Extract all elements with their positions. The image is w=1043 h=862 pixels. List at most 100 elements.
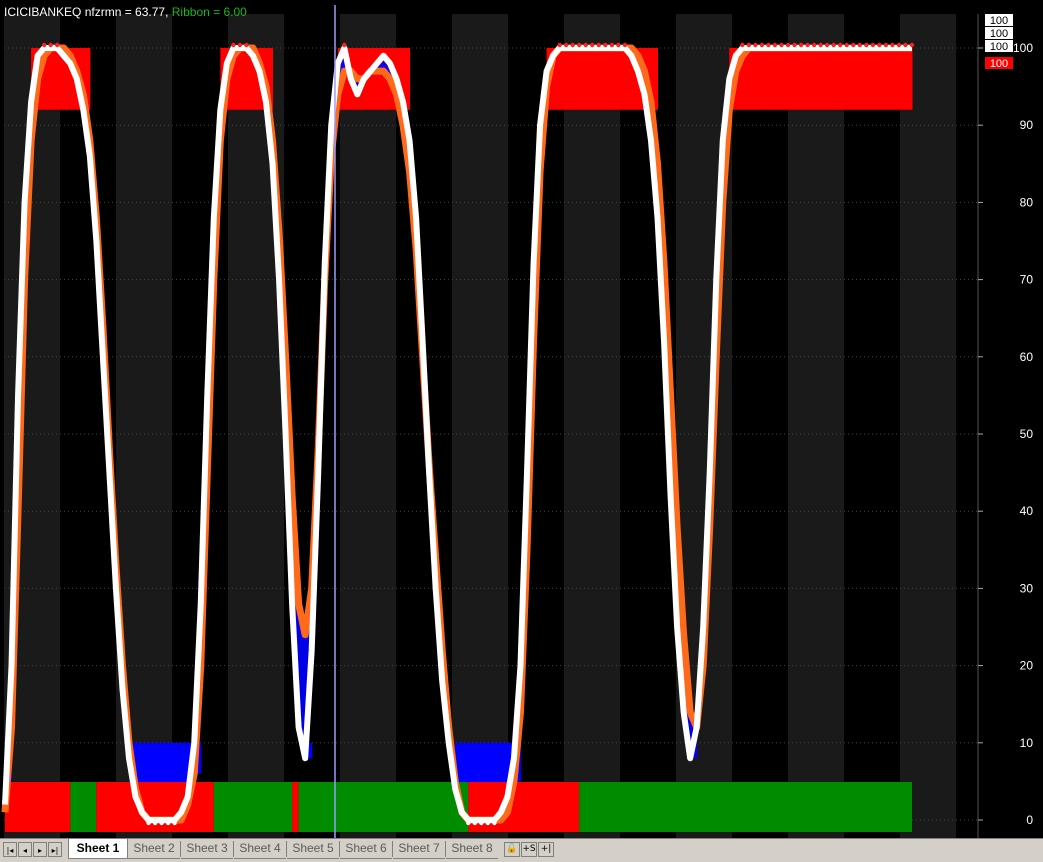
overbought-fill (748, 48, 756, 110)
first-sheet-button[interactable]: |◂ (3, 842, 17, 857)
top-marker (563, 42, 569, 48)
overbought-fill (559, 48, 567, 110)
overbought-fill (885, 48, 893, 110)
y-tick-label: 0 (1026, 813, 1033, 827)
top-marker (231, 42, 236, 48)
top-marker (811, 42, 817, 48)
tab-sheet-3[interactable]: Sheet 3 (181, 839, 233, 859)
top-marker (622, 42, 628, 48)
overbought-fill (579, 48, 587, 110)
next-sheet-button[interactable]: ▸ (33, 842, 47, 857)
top-marker (55, 42, 60, 48)
tab-sheet-6[interactable]: Sheet 6 (340, 839, 392, 859)
top-marker (877, 42, 882, 48)
tab-sheet-1[interactable]: Sheet 1 (68, 839, 128, 859)
top-marker (838, 42, 843, 48)
ribbon-segment-green (70, 782, 97, 832)
add-sheet-button[interactable]: +S (521, 842, 537, 857)
top-marker (805, 42, 810, 48)
chart-pane[interactable]: 0 10 20 30 40 50 60 70 80 90 100 100 100 100 100 ICIC… (0, 0, 1043, 838)
overbought-fill (905, 48, 913, 110)
top-marker (746, 42, 752, 48)
bottom-marker (485, 820, 491, 826)
overbought-fill (598, 48, 606, 110)
top-marker (583, 42, 588, 48)
grid-band (844, 14, 900, 838)
ribbon-segment-green (213, 782, 293, 832)
y-tick-label: 80 (1020, 195, 1034, 209)
value-badge: 100 (990, 28, 1008, 40)
top-marker (570, 42, 575, 48)
overbought-fill (840, 48, 848, 110)
top-marker (342, 42, 347, 48)
overbought-fill (853, 48, 861, 110)
top-marker (609, 42, 615, 48)
tab-sheet-7[interactable]: Sheet 7 (393, 839, 445, 859)
top-marker (753, 42, 758, 48)
ribbon-value-label: Ribbon = 6.00 (171, 5, 247, 19)
tab-sheet-4[interactable]: Sheet 4 (234, 839, 286, 859)
overbought-fill (866, 48, 874, 110)
overbought-fill (370, 48, 378, 110)
bottom-marker (165, 820, 171, 826)
y-tick-label: 70 (1020, 273, 1034, 287)
value-badge: 100 (990, 15, 1008, 27)
top-marker (870, 42, 876, 48)
top-marker (851, 42, 856, 48)
y-tick-label: 10 (1020, 736, 1034, 750)
overbought-fill (833, 48, 841, 110)
grid-bands (4, 14, 978, 838)
overbought-fill (794, 48, 802, 110)
overbought-fill (814, 48, 822, 110)
prev-sheet-button[interactable]: ◂ (18, 842, 32, 857)
y-axis: 0 10 20 30 40 50 60 70 80 90 100 (977, 14, 1034, 838)
bottom-marker (492, 820, 497, 826)
overbought-fill (239, 48, 247, 110)
value-badges: 100100100100 (985, 14, 1013, 70)
top-marker (792, 42, 797, 48)
add-pane-button[interactable]: +| (538, 842, 554, 857)
top-marker (909, 42, 915, 48)
last-sheet-button[interactable]: ▸| (48, 842, 62, 857)
overbought-fill (827, 48, 835, 110)
value-badge: 100 (990, 58, 1008, 70)
overbought-fill (611, 48, 619, 110)
top-marker (616, 42, 621, 48)
top-marker (590, 42, 595, 48)
overbought-fill (618, 48, 626, 110)
ribbon-segment-red (292, 782, 299, 832)
y-tick-label: 100 (1013, 41, 1033, 55)
overbought-fill (846, 48, 854, 110)
overbought-fill (898, 48, 906, 110)
tab-sheet-5[interactable]: Sheet 5 (287, 839, 339, 859)
overbought-fill (755, 48, 763, 110)
top-marker (766, 42, 771, 48)
overbought-fill (820, 48, 828, 110)
y-tick-label: 40 (1020, 504, 1034, 518)
lock-icon[interactable]: 🔓 (504, 842, 520, 857)
grid-band (788, 14, 844, 838)
top-marker (740, 42, 745, 48)
y-tick-label: 20 (1020, 659, 1034, 673)
overbought-fill (859, 48, 867, 110)
grid-band (564, 14, 620, 838)
grid-band (900, 14, 956, 838)
chart-svg[interactable]: 0102030405060708090100 100100100100 (0, 0, 1043, 838)
top-marker (557, 42, 562, 48)
overbought-fill (807, 48, 815, 110)
chart-window: 0 10 20 30 40 50 60 70 80 90 100 100 100 100 100 ICIC… (0, 0, 1043, 862)
top-marker (798, 42, 804, 48)
tab-sheet-2[interactable]: Sheet 2 (128, 839, 180, 859)
bottom-marker (172, 820, 177, 826)
overbought-fill (801, 48, 809, 110)
top-marker (864, 42, 869, 48)
top-marker (41, 42, 47, 48)
bottom-marker (466, 820, 471, 826)
ribbon-segment-red (5, 782, 71, 832)
overbought-fill (774, 48, 782, 110)
top-marker (244, 42, 249, 48)
top-marker (779, 42, 784, 48)
top-marker (890, 42, 895, 48)
tab-sheet-8[interactable]: Sheet 8 (446, 839, 498, 859)
y-tick-label: 30 (1020, 581, 1034, 595)
